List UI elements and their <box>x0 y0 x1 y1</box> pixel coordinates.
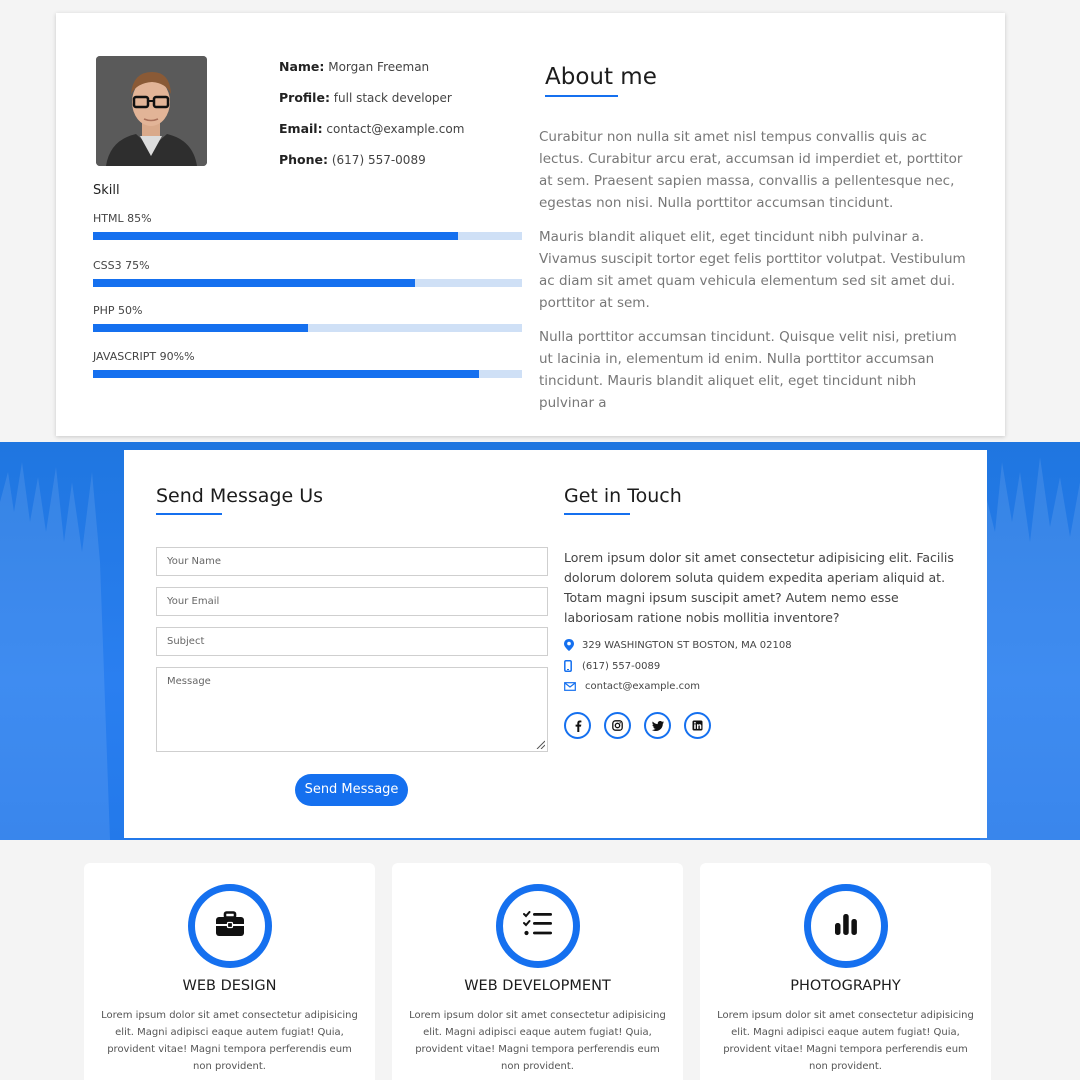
phone-text: (617) 557-0089 <box>582 660 661 672</box>
address-line: 329 WASHINGTON ST BOSTON, MA 02108 <box>564 639 792 651</box>
address-text: 329 WASHINGTON ST BOSTON, MA 02108 <box>582 639 792 651</box>
skill-progress-fill <box>93 279 415 287</box>
skill-progress-track <box>93 324 522 332</box>
service-card-photography: PHOTOGRAPHY Lorem ipsum dolor sit amet c… <box>700 863 991 1080</box>
about-title: About me <box>545 64 657 90</box>
about-paragraph: Nulla porttitor accumsan tincidunt. Quis… <box>539 329 957 411</box>
phone-row: Phone: (617) 557-0089 <box>279 152 426 167</box>
bar-chart-icon <box>833 911 859 942</box>
skill-progress-fill <box>93 232 458 240</box>
profile-info: Name: Morgan Freeman Profile: full stack… <box>279 59 464 183</box>
envelope-icon <box>564 682 581 691</box>
facebook-icon[interactable] <box>564 712 591 739</box>
skill-progress-track <box>93 370 522 378</box>
skill-label: CSS3 75% <box>93 259 150 272</box>
checklist-icon <box>523 910 553 942</box>
skill-label: HTML 85% <box>93 212 152 225</box>
name-row: Name: Morgan Freeman <box>279 59 430 74</box>
twitter-icon[interactable] <box>644 712 671 739</box>
service-card-web-development: WEB DEVELOPMENT Lorem ipsum dolor sit am… <box>392 863 683 1080</box>
skill-progress-fill <box>93 370 480 378</box>
service-title: PHOTOGRAPHY <box>790 978 901 994</box>
instagram-icon[interactable] <box>604 712 631 739</box>
skill-progress-track <box>93 232 522 240</box>
skill-item: HTML 85% <box>93 212 522 240</box>
linkedin-icon[interactable] <box>684 712 711 739</box>
subject-input[interactable]: Subject <box>156 627 548 656</box>
service-title: WEB DESIGN <box>182 978 277 994</box>
title-underline <box>564 513 630 515</box>
profile-value: full stack developer <box>333 91 452 105</box>
skill-item: JAVASCRIPT 90%% <box>93 350 522 378</box>
send-message-button[interactable]: Send Message <box>295 774 408 806</box>
service-card-web-design: WEB DESIGN Lorem ipsum dolor sit amet co… <box>84 863 375 1080</box>
resize-grip-icon[interactable] <box>535 739 545 749</box>
service-icon-ring <box>188 884 272 968</box>
about-paragraph: Mauris blandit aliquet elit, eget tincid… <box>539 229 966 311</box>
avatar <box>96 56 207 166</box>
skill-progress-fill <box>93 324 308 332</box>
mobile-phone-icon <box>564 660 578 672</box>
service-text: Lorem ipsum dolor sit amet consectetur a… <box>717 1010 974 1072</box>
skill-label: JAVASCRIPT 90%% <box>93 350 195 363</box>
message-placeholder: Message <box>167 676 211 687</box>
title-underline <box>545 95 618 97</box>
email-row: Email: contact@example.com <box>279 121 465 136</box>
skill-heading: Skill <box>93 183 120 198</box>
service-text: Lorem ipsum dolor sit amet consectetur a… <box>101 1010 358 1072</box>
email-input[interactable]: Your Email <box>156 587 548 616</box>
service-title: WEB DEVELOPMENT <box>464 978 611 994</box>
service-icon-ring <box>496 884 580 968</box>
get-in-touch-text: Lorem ipsum dolor sit amet consectetur a… <box>564 550 954 625</box>
service-text: Lorem ipsum dolor sit amet consectetur a… <box>409 1010 666 1072</box>
avatar-portrait <box>96 56 207 166</box>
name-value: Morgan Freeman <box>328 60 430 74</box>
skill-progress-track <box>93 279 522 287</box>
phone-line: (617) 557-0089 <box>564 660 660 672</box>
about-text: Curabitur non nulla sit amet nisl tempus… <box>539 126 969 426</box>
get-in-touch-title: Get in Touch <box>564 485 682 507</box>
contact-card: Send Message Us Your Name Your Email Sub… <box>124 450 987 838</box>
email-line: contact@example.com <box>564 681 700 692</box>
email-text: contact@example.com <box>585 681 700 692</box>
skill-item: PHP 50% <box>93 304 522 332</box>
message-textarea[interactable]: Message <box>156 667 548 752</box>
phone-value: (617) 557-0089 <box>331 153 426 167</box>
name-input[interactable]: Your Name <box>156 547 548 576</box>
profile-card: Name: Morgan Freeman Profile: full stack… <box>56 13 1005 436</box>
email-value: contact@example.com <box>326 122 465 136</box>
profile-row: Profile: full stack developer <box>279 90 452 105</box>
skill-label: PHP 50% <box>93 304 143 317</box>
briefcase-icon <box>215 910 245 942</box>
skill-item: CSS3 75% <box>93 259 522 287</box>
service-icon-ring <box>804 884 888 968</box>
send-message-title: Send Message Us <box>156 485 324 507</box>
title-underline <box>156 513 222 515</box>
about-paragraph: Curabitur non nulla sit amet nisl tempus… <box>539 129 963 211</box>
map-marker-icon <box>564 639 578 651</box>
